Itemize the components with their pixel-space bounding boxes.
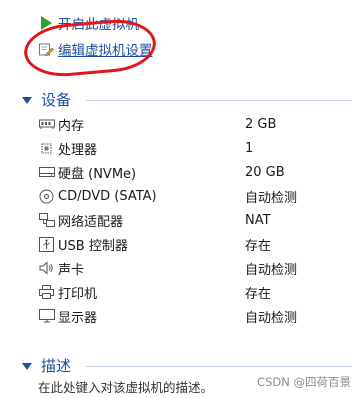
device-name: 网络适配器: [58, 214, 124, 230]
device-name: 硬盘 (NVMe): [58, 166, 137, 182]
device-value: 1: [245, 140, 254, 156]
device-value: 2 GB: [245, 116, 277, 132]
device-name: 处理器: [58, 142, 98, 158]
description-placeholder[interactable]: 在此处键入对该虚拟机的描述。: [38, 377, 213, 396]
device-row[interactable]: 处理器 1: [38, 136, 338, 160]
devices-section-title: 设备: [41, 91, 72, 109]
device-name: 内存: [58, 118, 85, 134]
description-section-title: 描述: [41, 357, 72, 375]
usb-icon: [38, 236, 55, 253]
display-icon: [38, 308, 55, 325]
device-value: 存在: [245, 238, 272, 254]
device-value: 自动检测: [245, 310, 298, 326]
description-section-header[interactable]: 描述: [22, 355, 352, 376]
device-row[interactable]: 显示器 自动检测: [38, 304, 338, 328]
cd-dvd-icon: [38, 188, 55, 205]
device-value: NAT: [245, 212, 271, 228]
device-row[interactable]: 硬盘 (NVMe) 20 GB: [38, 160, 338, 184]
devices-section-header[interactable]: 设备: [22, 89, 352, 110]
device-name: CD/DVD (SATA): [58, 188, 157, 204]
collapse-triangle-icon[interactable]: [22, 363, 32, 370]
device-value: 存在: [245, 286, 272, 302]
device-row[interactable]: 网络适配器 NAT: [38, 208, 338, 232]
device-name: 声卡: [58, 262, 85, 278]
device-value: 自动检测: [245, 190, 298, 206]
device-name: USB 控制器: [58, 238, 128, 254]
device-row[interactable]: 声卡 自动检测: [38, 256, 338, 280]
section-divider: [86, 366, 352, 367]
device-row[interactable]: USB 控制器 存在: [38, 232, 338, 256]
memory-icon: [38, 116, 55, 133]
device-row[interactable]: 内存 2 GB: [38, 112, 338, 136]
section-divider: [86, 100, 352, 101]
device-value: 自动检测: [245, 262, 298, 278]
device-row[interactable]: CD/DVD (SATA) 自动检测: [38, 184, 338, 208]
device-name: 打印机: [58, 286, 98, 302]
device-row[interactable]: 打印机 存在: [38, 280, 338, 304]
printer-icon: [38, 284, 55, 301]
watermark: CSDN @四荷百景: [257, 375, 351, 389]
collapse-triangle-icon[interactable]: [22, 97, 32, 104]
processor-icon: [38, 140, 55, 157]
device-value: 20 GB: [245, 164, 285, 180]
hard-disk-icon: [38, 164, 55, 181]
device-name: 显示器: [58, 310, 98, 326]
network-adapter-icon: [38, 212, 55, 229]
sound-card-icon: [38, 260, 55, 277]
